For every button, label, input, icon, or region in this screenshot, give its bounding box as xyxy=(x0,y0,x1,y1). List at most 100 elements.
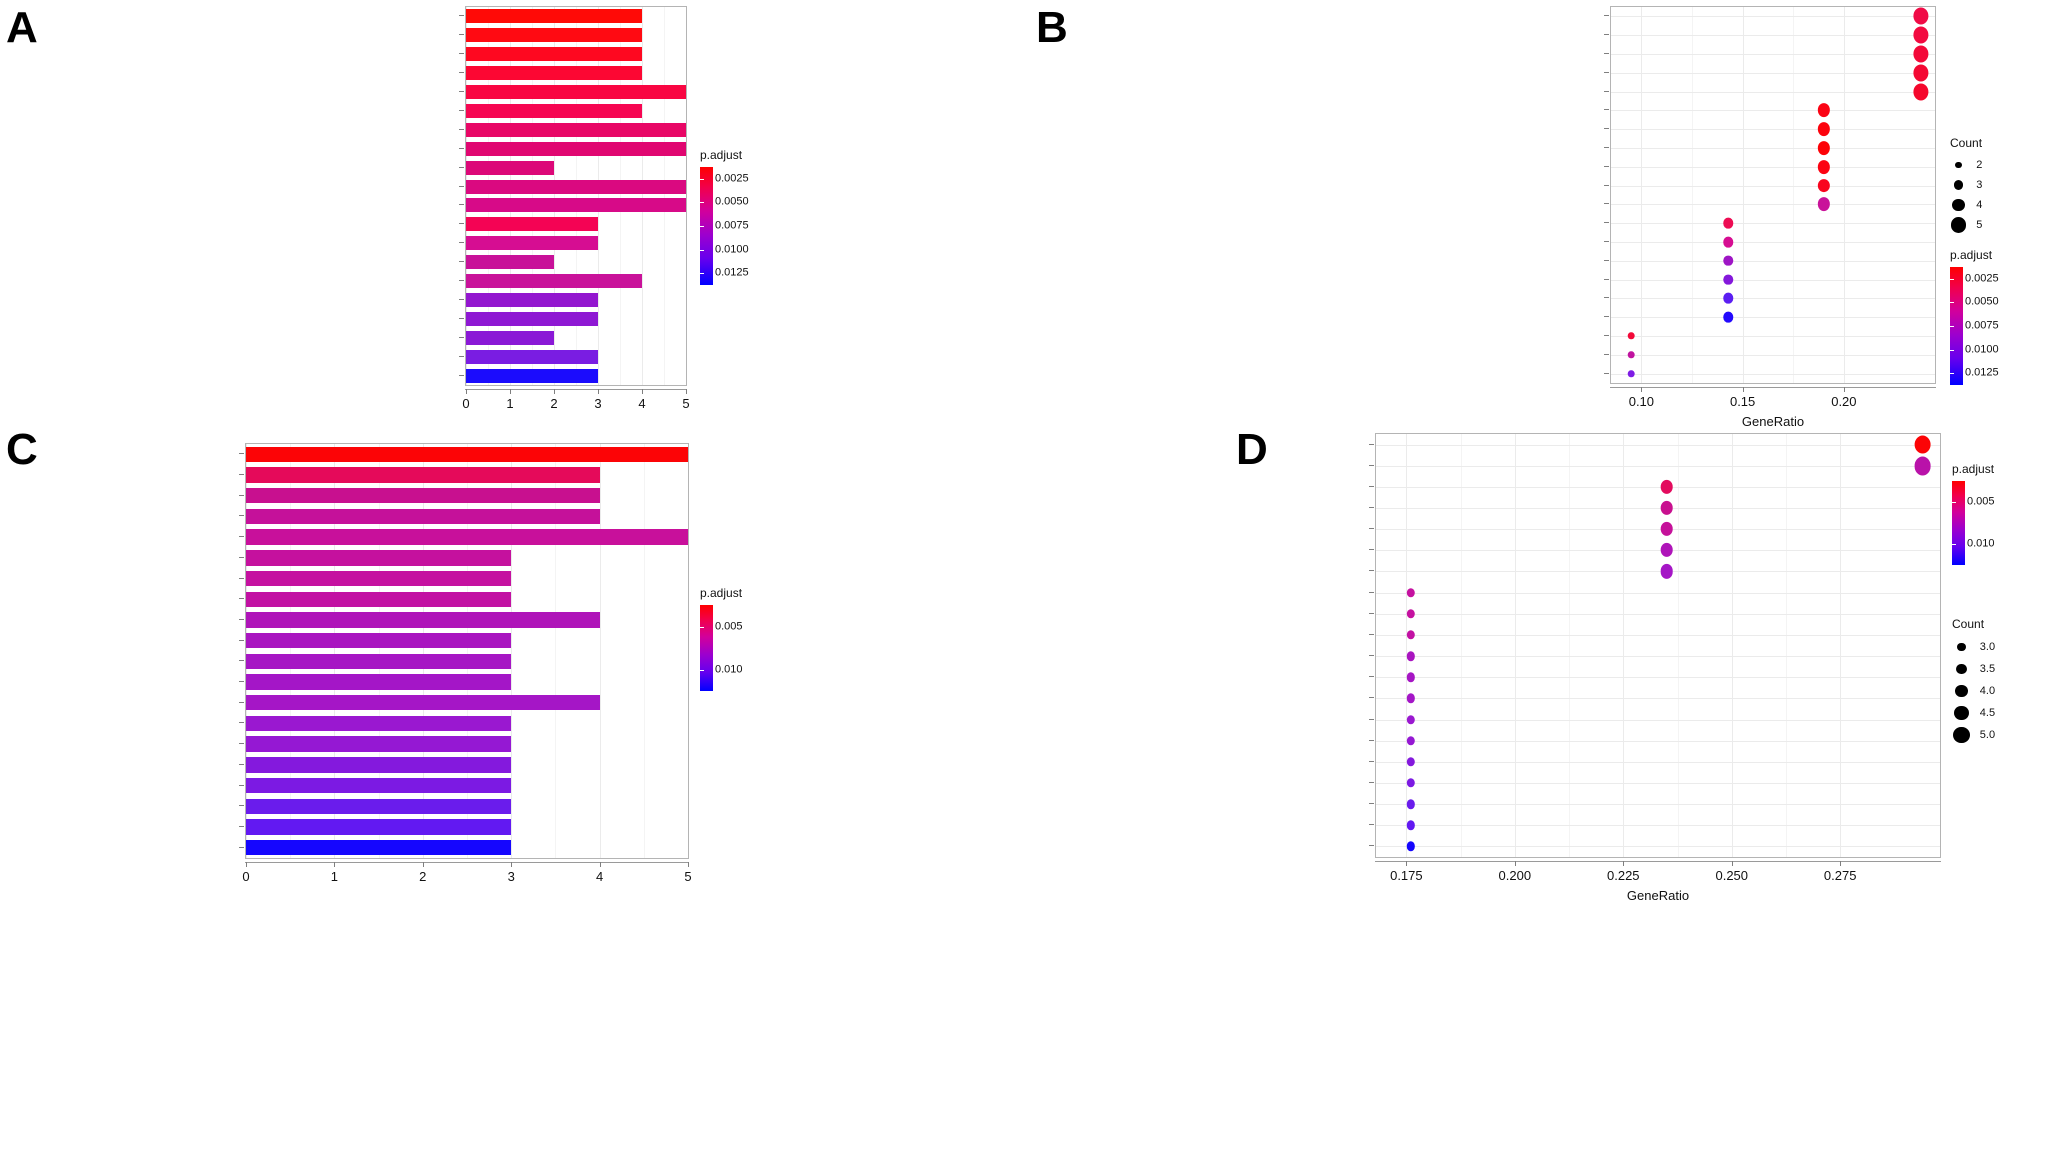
panel-b-gridline-h xyxy=(1611,336,1935,337)
panel-d-gridline-h xyxy=(1376,571,1940,573)
panel-b-padjust-colorbar-wrap: 0.0025 0.0050 0.0075 0.0100 0.0125 xyxy=(1950,267,1999,385)
panel-b-padjust-tick-label: 0.0125 xyxy=(1965,366,1999,379)
panel-b-y-tick xyxy=(1604,278,1609,280)
panel-d-gridline-h xyxy=(1376,444,1940,446)
panel-b-y-tick xyxy=(1604,297,1609,299)
panel-a-y-tick xyxy=(459,166,464,168)
panel-c-bar xyxy=(246,695,600,711)
panel-d-y-tick xyxy=(1369,612,1374,614)
panel-c-y-tick xyxy=(239,515,244,517)
panel-b-count-legend-dot-holder xyxy=(1950,217,1967,233)
panel-d-dot xyxy=(1660,500,1673,516)
panel-d-count-legend-dot-holder xyxy=(1952,684,1971,698)
panel-b-dot xyxy=(1627,332,1635,340)
panel-d-dot xyxy=(1406,651,1415,661)
panel-d-x-tick-label: 0.175 xyxy=(1390,868,1423,883)
panel-b-count-legend-dot xyxy=(1953,180,1964,190)
panel-b-letter: B xyxy=(1036,3,1068,52)
panel-c-y-tick xyxy=(239,494,244,496)
panel-a-bar xyxy=(466,255,554,270)
panel-b-dot xyxy=(1627,369,1635,378)
panel-c-bar xyxy=(246,653,512,669)
panel-b-x-tick xyxy=(1742,387,1744,392)
panel-d-dot xyxy=(1406,609,1415,619)
panel-c-bar xyxy=(246,508,600,525)
panel-d-x-tick xyxy=(1840,861,1842,866)
panel-c-y-tick xyxy=(239,846,244,848)
panel-c-x-tick xyxy=(246,862,247,867)
panel-c-padjust-tick-dash xyxy=(700,626,704,628)
panel-b-y-tick xyxy=(1604,165,1609,167)
panel-a-x-tick xyxy=(598,389,599,394)
panel-d-y-tick xyxy=(1369,507,1374,509)
panel-d-gridline-h xyxy=(1376,846,1940,848)
panel-b-count-legend: Count 2 3 4 5 xyxy=(1950,136,1982,235)
panel-b-gridline-v xyxy=(1742,7,1744,383)
panel-a-y-tick xyxy=(459,72,464,74)
panel-d-y-tick xyxy=(1369,485,1374,487)
panel-d-gridline-h xyxy=(1376,740,1940,742)
panel-d-count-legend-dot xyxy=(1957,642,1966,652)
panel-d-x-tick xyxy=(1731,861,1733,866)
panel-a-bar xyxy=(466,179,686,194)
panel-c-padjust-colorbar-wrap: 0.005 0.010 xyxy=(700,605,743,691)
panel-c-x-tick-label: 0 xyxy=(242,869,250,884)
panel-b-dot xyxy=(1817,103,1830,118)
panel-d-dot xyxy=(1406,714,1415,725)
panel-b-gridline-h xyxy=(1611,317,1935,319)
panel-b-gridline-h xyxy=(1611,16,1935,18)
panel-b-dot xyxy=(1817,197,1830,212)
panel-b-y-tick xyxy=(1604,222,1609,224)
panel-d-gridline-v-minor xyxy=(1785,434,1787,857)
panel-b-dot xyxy=(1723,311,1734,323)
panel-a-bar xyxy=(466,47,642,62)
panel-b-count-legend-label: 3 xyxy=(1976,179,1983,191)
panel-c-gridline-v xyxy=(422,444,424,858)
panel-d-gridline-v xyxy=(1840,434,1842,857)
panel-b-x-tick-label: 0.20 xyxy=(1831,394,1857,409)
panel-b-x-tick xyxy=(1641,387,1643,392)
panel-d-dot xyxy=(1406,587,1415,598)
panel-d-count-legend-label: 3.5 xyxy=(1979,663,1996,675)
panel-b-y-tick xyxy=(1604,184,1609,186)
panel-c-gridline-v xyxy=(334,444,336,858)
panel-c-x-tick-label: 1 xyxy=(330,869,339,884)
panel-d-count-legend-dot-holder xyxy=(1952,705,1971,721)
panel-a-gridline-v xyxy=(510,7,511,385)
panel-c-x-tick xyxy=(511,862,513,867)
panel-c-gridline-v xyxy=(511,444,513,858)
panel-a-gridline-v-minor xyxy=(488,7,489,385)
panel-b-x-tick xyxy=(1843,387,1845,392)
panel-c-y-tick xyxy=(239,701,244,703)
panel-d-dot xyxy=(1406,820,1415,830)
panel-a-x-tick xyxy=(510,389,511,394)
panel-d-padjust-colorbar-wrap: 0.005 0.010 xyxy=(1952,481,1995,565)
panel-b-y-tick xyxy=(1604,259,1609,261)
panel-b-gridline-h xyxy=(1611,354,1935,356)
panel-a-bar xyxy=(466,236,598,251)
panel-c-bar xyxy=(246,570,512,587)
panel-b-count-legend-row: 5 xyxy=(1950,215,1982,235)
panel-b-dot xyxy=(1913,64,1929,82)
panel-d-x-tick xyxy=(1623,861,1625,866)
panel-b-count-legend-dot xyxy=(1955,161,1962,169)
panel-d-padjust-legend: p.adjust 0.005 0.010 xyxy=(1952,462,1995,565)
panel-b-y-tick xyxy=(1604,53,1609,54)
panel-d-count-legend-dot-holder xyxy=(1952,663,1971,675)
panel-a-x-tick-label: 4 xyxy=(638,396,646,411)
panel-b-padjust-tick-label: 0.0050 xyxy=(1965,295,1999,308)
panel-b-count-legend-label: 5 xyxy=(1976,219,1983,231)
panel-d-count-legend-row: 3.0 xyxy=(1952,636,1995,658)
panel-c-bar xyxy=(246,529,688,545)
panel-c-y-tick xyxy=(239,805,244,807)
panel-c-x-tick-label: 5 xyxy=(684,869,692,884)
panel-a-gridline-v-minor xyxy=(576,7,577,385)
panel-b-dot xyxy=(1817,141,1830,155)
panel-d-gridline-h xyxy=(1376,825,1940,827)
panel-d-gridline-h xyxy=(1376,782,1940,784)
panel-d-dot xyxy=(1406,693,1415,704)
panel-a-padjust-legend: p.adjust 0.0025 0.0050 0.0075 0.0100 0.0125 xyxy=(700,148,749,285)
panel-d-gridline-h xyxy=(1376,592,1940,594)
panel-a-x-tick-label: 1 xyxy=(506,396,514,411)
panel-b-x-axis-line xyxy=(1610,387,1936,388)
